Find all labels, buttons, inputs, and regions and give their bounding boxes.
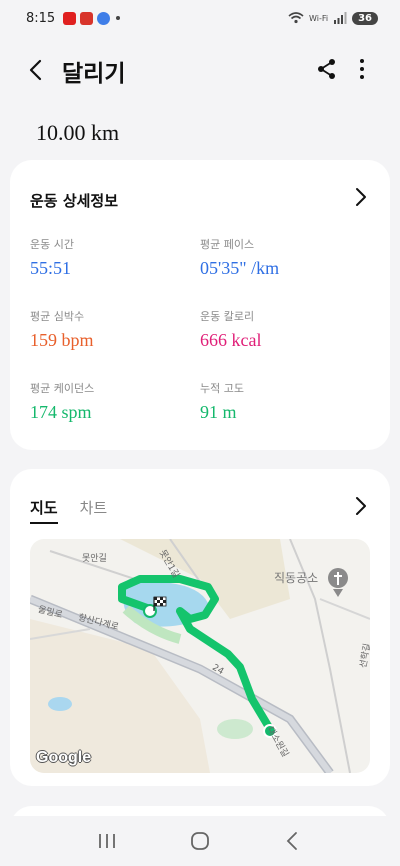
stat-label: 평균 케이던스 xyxy=(30,382,95,395)
recent-apps-icon[interactable] xyxy=(96,832,118,850)
back-nav-icon[interactable] xyxy=(282,830,304,852)
map-label-street: 못안길 xyxy=(82,554,107,564)
system-navigation-bar xyxy=(0,816,400,866)
stat-value: 666 kcal xyxy=(200,330,262,350)
map-tabs: 지도 차트 xyxy=(30,497,107,524)
stat-average-cadence: 평균 케이던스 174 spm xyxy=(30,380,200,423)
stat-label: 누적 고도 xyxy=(200,382,244,395)
map-poi-label: 직동공소 xyxy=(274,571,319,585)
stat-label: 운동 시간 xyxy=(30,238,74,251)
stat-label: 평균 심박수 xyxy=(30,310,85,323)
map-provider-logo: Google xyxy=(36,749,92,766)
chevron-right-icon[interactable] xyxy=(354,495,368,517)
youtube-notification-icon xyxy=(63,11,77,25)
more-options-icon[interactable] xyxy=(352,58,372,80)
workout-details-card[interactable]: 운동 상세정보 운동 시간 55:51 평균 페이스 05'35" /km 평균… xyxy=(10,160,390,450)
page-title: 달리기 xyxy=(62,61,126,87)
battery-indicator: 36 xyxy=(352,11,378,25)
cloud-notification-icon xyxy=(97,11,111,25)
status-right: Wi-Fi 36 xyxy=(288,11,378,25)
stat-workout-time: 운동 시간 55:51 xyxy=(30,236,200,279)
back-arrow-icon[interactable] xyxy=(26,58,46,82)
stat-label: 운동 칼로리 xyxy=(200,310,255,323)
tab-map[interactable]: 지도 xyxy=(30,497,58,524)
network-label: Wi-Fi xyxy=(308,13,329,23)
details-card-title: 운동 상세정보 xyxy=(30,192,119,210)
total-distance: 10.00 km xyxy=(36,120,120,145)
stat-calories: 운동 칼로리 666 kcal xyxy=(200,308,370,351)
map-graphic xyxy=(30,539,370,773)
more-notifications-dot-icon xyxy=(116,16,121,20)
stat-average-heart-rate: 평균 심박수 159 bpm xyxy=(30,308,200,351)
app-header: 달리기 xyxy=(0,48,400,92)
signal-icon xyxy=(334,12,347,24)
stat-label: 평균 페이스 xyxy=(200,238,255,251)
stat-value: 91 m xyxy=(200,402,237,422)
stat-value: 174 spm xyxy=(30,402,92,422)
status-bar: 8:15 Wi-Fi 36 xyxy=(0,0,400,36)
share-icon[interactable] xyxy=(316,58,338,80)
wifi-icon xyxy=(288,12,304,24)
chevron-right-icon[interactable] xyxy=(354,186,368,208)
tab-chart[interactable]: 차트 xyxy=(80,497,108,524)
home-icon[interactable] xyxy=(189,830,211,852)
map-card: 지도 차트 못안길 못안1길 올밀로 향산다계로 직동공소 선학길 24 대소원… xyxy=(10,469,390,786)
stat-average-pace: 평균 페이스 05'35" /km xyxy=(200,236,370,279)
status-time: 8:15 xyxy=(26,10,56,26)
stat-value: 159 bpm xyxy=(30,330,94,350)
stat-elevation-gain: 누적 고도 91 m xyxy=(200,380,370,423)
route-map[interactable]: 못안길 못안1길 올밀로 향산다계로 직동공소 선학길 24 대소원길 Goog… xyxy=(30,539,370,773)
app-notification-icon xyxy=(80,11,94,25)
stat-value: 55:51 xyxy=(30,258,72,278)
stat-value: 05'35" /km xyxy=(200,258,280,278)
